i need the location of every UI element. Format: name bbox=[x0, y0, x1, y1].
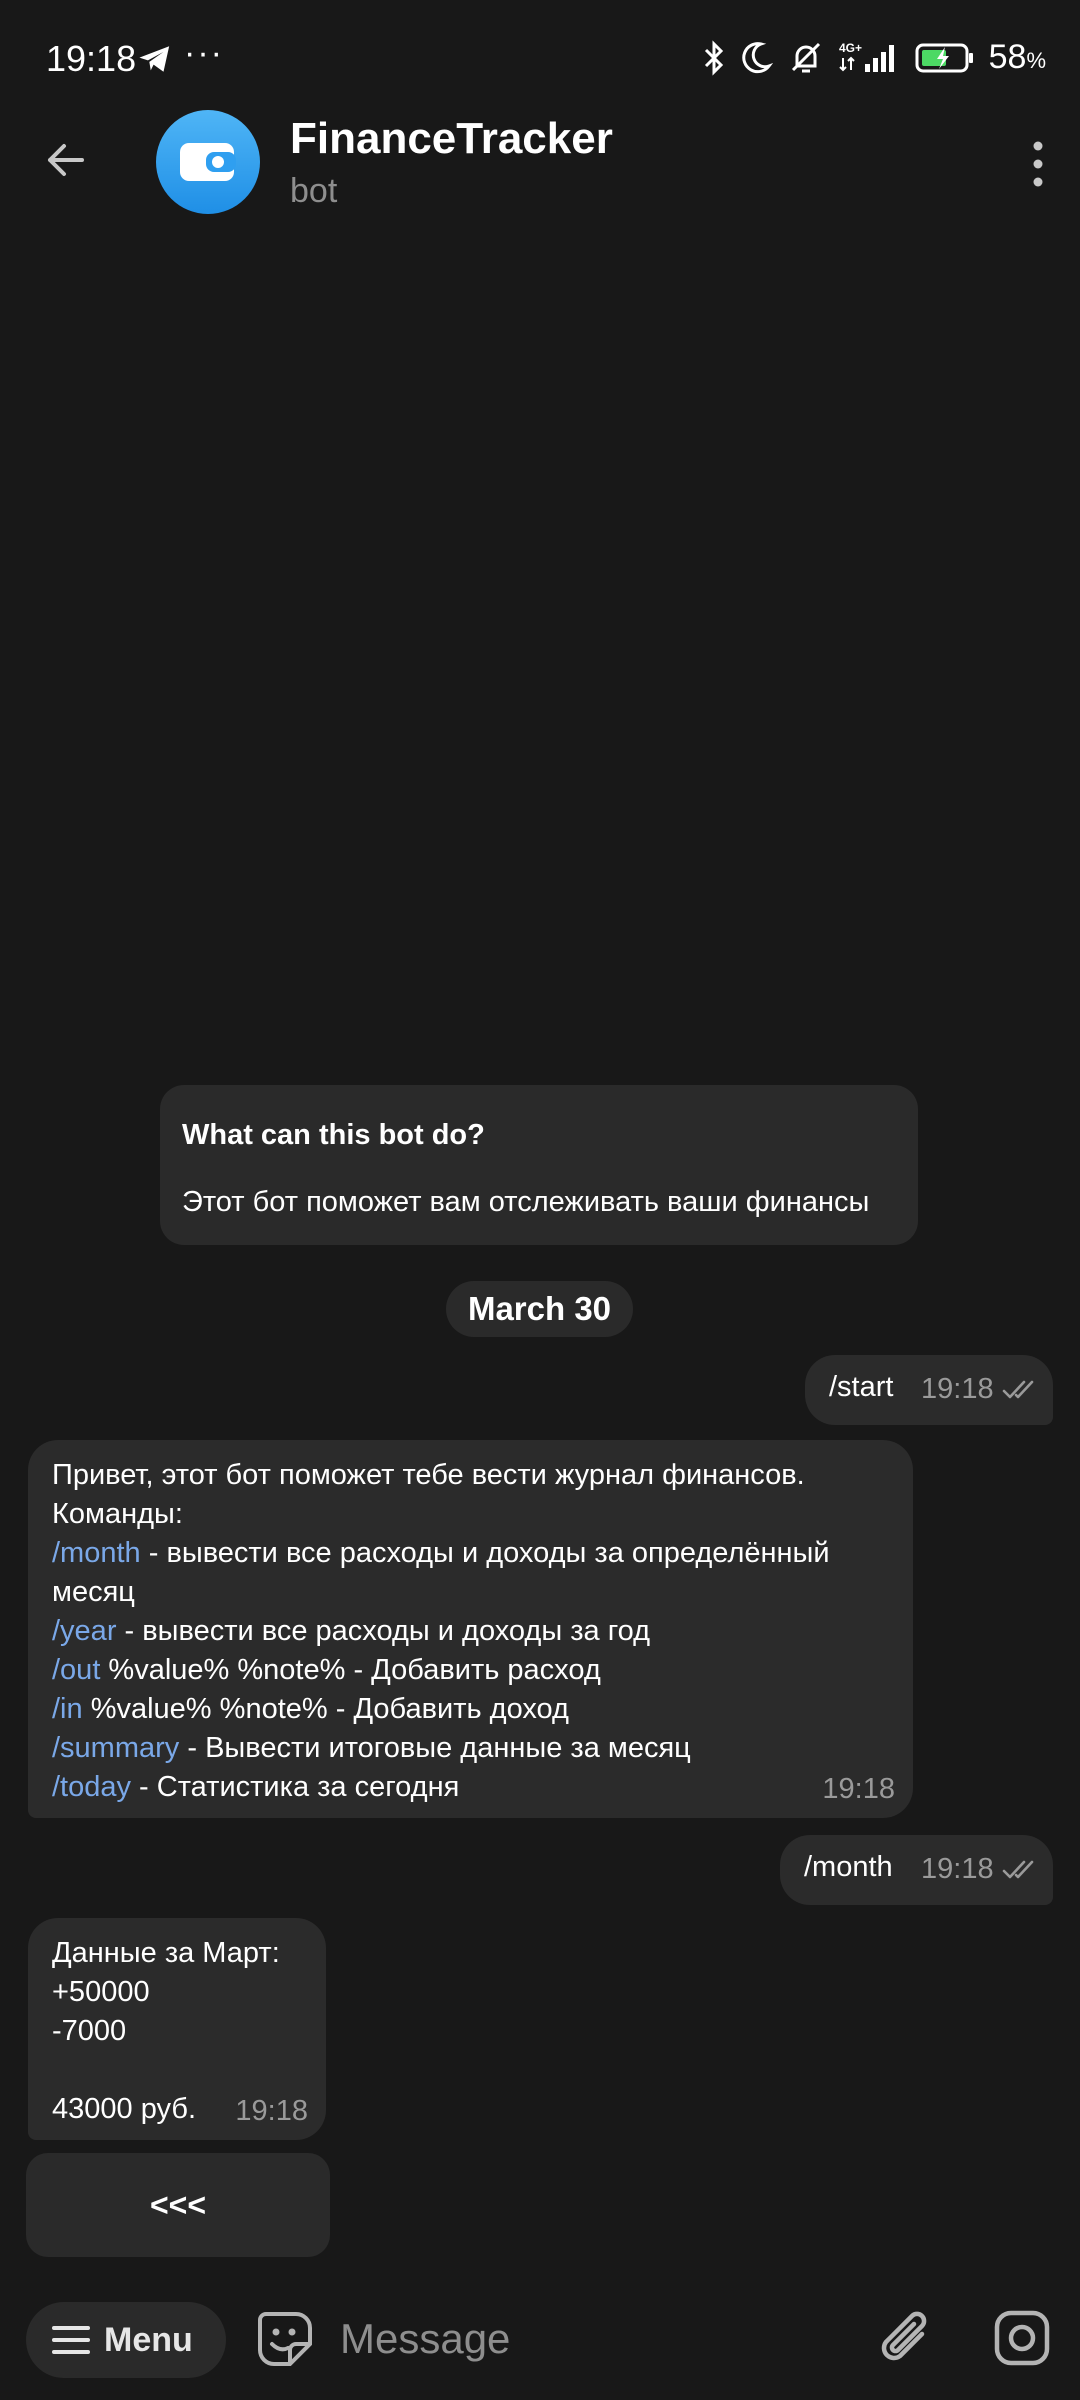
command-link-in[interactable]: /in bbox=[52, 1693, 83, 1725]
attach-clip-icon[interactable] bbox=[876, 2306, 936, 2372]
more-options-icon[interactable] bbox=[1030, 140, 1046, 188]
chat-header: FinanceTracker bot bbox=[0, 110, 1080, 220]
help-intro: Привет, этот бот поможет тебе вести журн… bbox=[52, 1459, 805, 1491]
message-meta: 19:18 bbox=[235, 2095, 308, 2128]
help-line-year: /year - вывести все расходы и доходы за … bbox=[52, 1615, 651, 1647]
battery-percent: 58% bbox=[988, 38, 1046, 76]
hamburger-icon bbox=[52, 2326, 90, 2354]
bot-info-title: What can this bot do? bbox=[182, 1119, 485, 1151]
svg-text:4G+: 4G+ bbox=[839, 41, 862, 55]
message-meta: 19:18 bbox=[921, 1373, 1042, 1406]
help-line-today: /today - Статистика за сегодня bbox=[52, 1771, 460, 1803]
wallet-icon bbox=[180, 143, 236, 181]
data-title: Данные за Март: bbox=[52, 1937, 280, 1969]
signal-4g-icon: 4G+ bbox=[839, 41, 894, 72]
outgoing-message-month[interactable]: /month 19:18 bbox=[780, 1835, 1053, 1905]
sticker-emoji-icon[interactable] bbox=[256, 2310, 314, 2368]
more-notifications-icon: ··· bbox=[184, 34, 224, 72]
message-input[interactable] bbox=[340, 2304, 840, 2374]
message-time: 19:18 bbox=[921, 1853, 994, 1885]
help-line-in: /in %value% %note% - Добавить доход bbox=[52, 1693, 569, 1725]
command-link-summary[interactable]: /summary bbox=[52, 1732, 179, 1764]
bot-menu-button[interactable]: Menu bbox=[26, 2302, 226, 2378]
status-bar: 19:18 ··· 4G+ 58% bbox=[0, 0, 1080, 120]
incoming-message-help: Привет, этот бот поможет тебе вести журн… bbox=[28, 1440, 913, 1818]
message-time: 19:18 bbox=[921, 1373, 994, 1405]
command-link-month[interactable]: /month bbox=[52, 1537, 141, 1569]
bot-avatar[interactable] bbox=[156, 110, 260, 214]
message-meta: 19:18 bbox=[921, 1853, 1042, 1886]
message-time: 19:18 bbox=[822, 1773, 895, 1805]
command-link-today[interactable]: /today bbox=[52, 1771, 131, 1803]
help-commands-label: Команды: bbox=[52, 1498, 183, 1530]
status-time: 19:18 bbox=[46, 38, 137, 79]
status-icons: 4G+ 58% bbox=[701, 38, 1046, 77]
double-check-icon bbox=[1002, 1860, 1033, 1878]
help-line-summary: /summary - Вывести итоговые данные за ме… bbox=[52, 1732, 691, 1764]
data-income: +50000 bbox=[52, 1976, 150, 2008]
battery-icon bbox=[915, 43, 973, 72]
help-line-out: /out %value% %note% - Добавить расход bbox=[52, 1654, 601, 1686]
chat-subtitle: bot bbox=[290, 172, 338, 210]
menu-label: Menu bbox=[104, 2320, 193, 2359]
command-link-out[interactable]: /out bbox=[52, 1654, 100, 1686]
help-line-month: /month - вывести все расходы и доходы за… bbox=[52, 1537, 830, 1608]
muted-bell-icon bbox=[791, 42, 820, 72]
chat-title[interactable]: FinanceTracker bbox=[290, 114, 613, 164]
command-link-start[interactable]: /start bbox=[829, 1368, 893, 1407]
bot-info-text: Этот бот поможет вам отслеживать ваши фи… bbox=[182, 1186, 870, 1218]
moon-icon bbox=[741, 41, 773, 73]
bluetooth-icon bbox=[704, 39, 723, 76]
back-arrow-icon[interactable] bbox=[40, 134, 92, 186]
camera-icon[interactable] bbox=[992, 2308, 1052, 2368]
message-text: Привет, этот бот поможет тебе вести журн… bbox=[52, 1456, 889, 1807]
message-meta: 19:18 bbox=[822, 1773, 895, 1806]
command-link-month-sent[interactable]: /month bbox=[804, 1848, 893, 1887]
message-input-bar: Menu bbox=[0, 2290, 1080, 2400]
double-check-icon bbox=[1002, 1380, 1033, 1398]
outgoing-message-start[interactable]: /start 19:18 bbox=[805, 1355, 1053, 1425]
date-separator: March 30 bbox=[446, 1281, 633, 1337]
telegram-icon bbox=[139, 46, 170, 72]
command-link-year[interactable]: /year bbox=[52, 1615, 116, 1647]
data-expense: -7000 bbox=[52, 2015, 127, 2047]
message-time: 19:18 bbox=[235, 2095, 308, 2127]
bot-info-card: What can this bot do? Этот бот поможет в… bbox=[160, 1085, 918, 1245]
inline-back-button[interactable]: <<< bbox=[26, 2153, 330, 2257]
incoming-message-data: Данные за Март: +50000 -7000 43000 руб. … bbox=[28, 1918, 326, 2140]
